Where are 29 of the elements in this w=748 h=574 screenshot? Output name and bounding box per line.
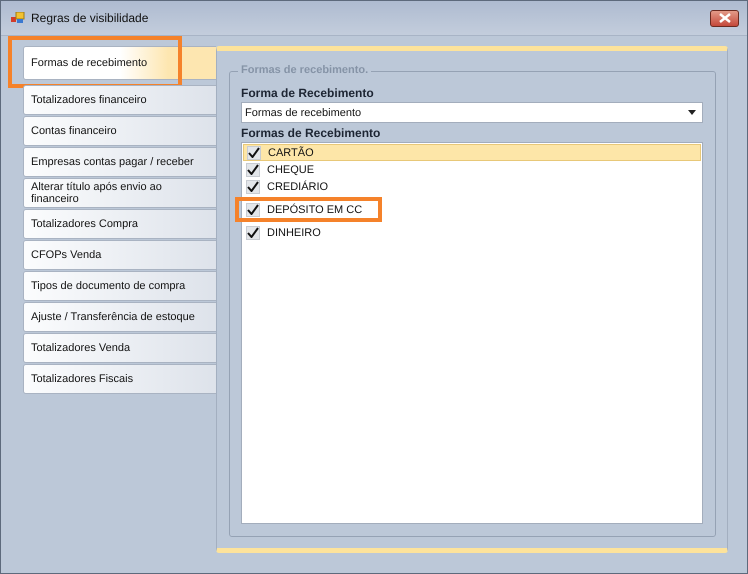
side-tab[interactable]: Totalizadores financeiro xyxy=(23,85,216,115)
side-tab[interactable]: Totalizadores Venda xyxy=(23,333,216,363)
checkbox[interactable] xyxy=(247,146,261,160)
close-button[interactable] xyxy=(710,10,739,26)
field-label: Forma de Recebimento xyxy=(241,86,375,100)
dropdown-arrow-icon xyxy=(688,110,696,115)
close-icon xyxy=(718,13,732,23)
side-tab[interactable]: CFOPs Venda xyxy=(23,240,216,270)
checklist-item[interactable]: CARTÃO xyxy=(243,144,701,161)
side-tab[interactable]: Alterar título após envio ao financeiro xyxy=(23,178,216,208)
field-label: Formas de Recebimento xyxy=(241,126,382,140)
side-tab[interactable]: Tipos de documento de compra xyxy=(23,271,216,301)
checkbox[interactable] xyxy=(246,162,260,176)
side-tab[interactable]: Formas de recebimento xyxy=(23,46,216,80)
side-tab[interactable]: Contas financeiro xyxy=(23,116,216,146)
checklist-item[interactable]: DINHEIRO xyxy=(243,224,701,241)
checklist-item[interactable]: CHEQUE xyxy=(243,161,701,178)
checkbox[interactable] xyxy=(246,226,260,240)
checkbox[interactable] xyxy=(246,180,260,194)
app-icon xyxy=(11,12,25,24)
checklist-item[interactable]: CREDIÁRIO xyxy=(243,178,701,195)
side-tab[interactable]: Totalizadores Compra xyxy=(23,209,216,239)
checkbox[interactable] xyxy=(246,202,260,216)
side-tab[interactable]: Empresas contas pagar / receber xyxy=(23,147,216,177)
side-tab[interactable]: Totalizadores Fiscais xyxy=(23,364,216,394)
window-title: Regras de visibilidade xyxy=(31,11,150,25)
dropdown-field[interactable]: Formas de recebimento xyxy=(241,102,703,123)
side-tab[interactable]: Ajuste / Transferência de estoque xyxy=(23,302,216,332)
checklist-item[interactable]: DEPÓSITO EM CC xyxy=(243,201,362,218)
